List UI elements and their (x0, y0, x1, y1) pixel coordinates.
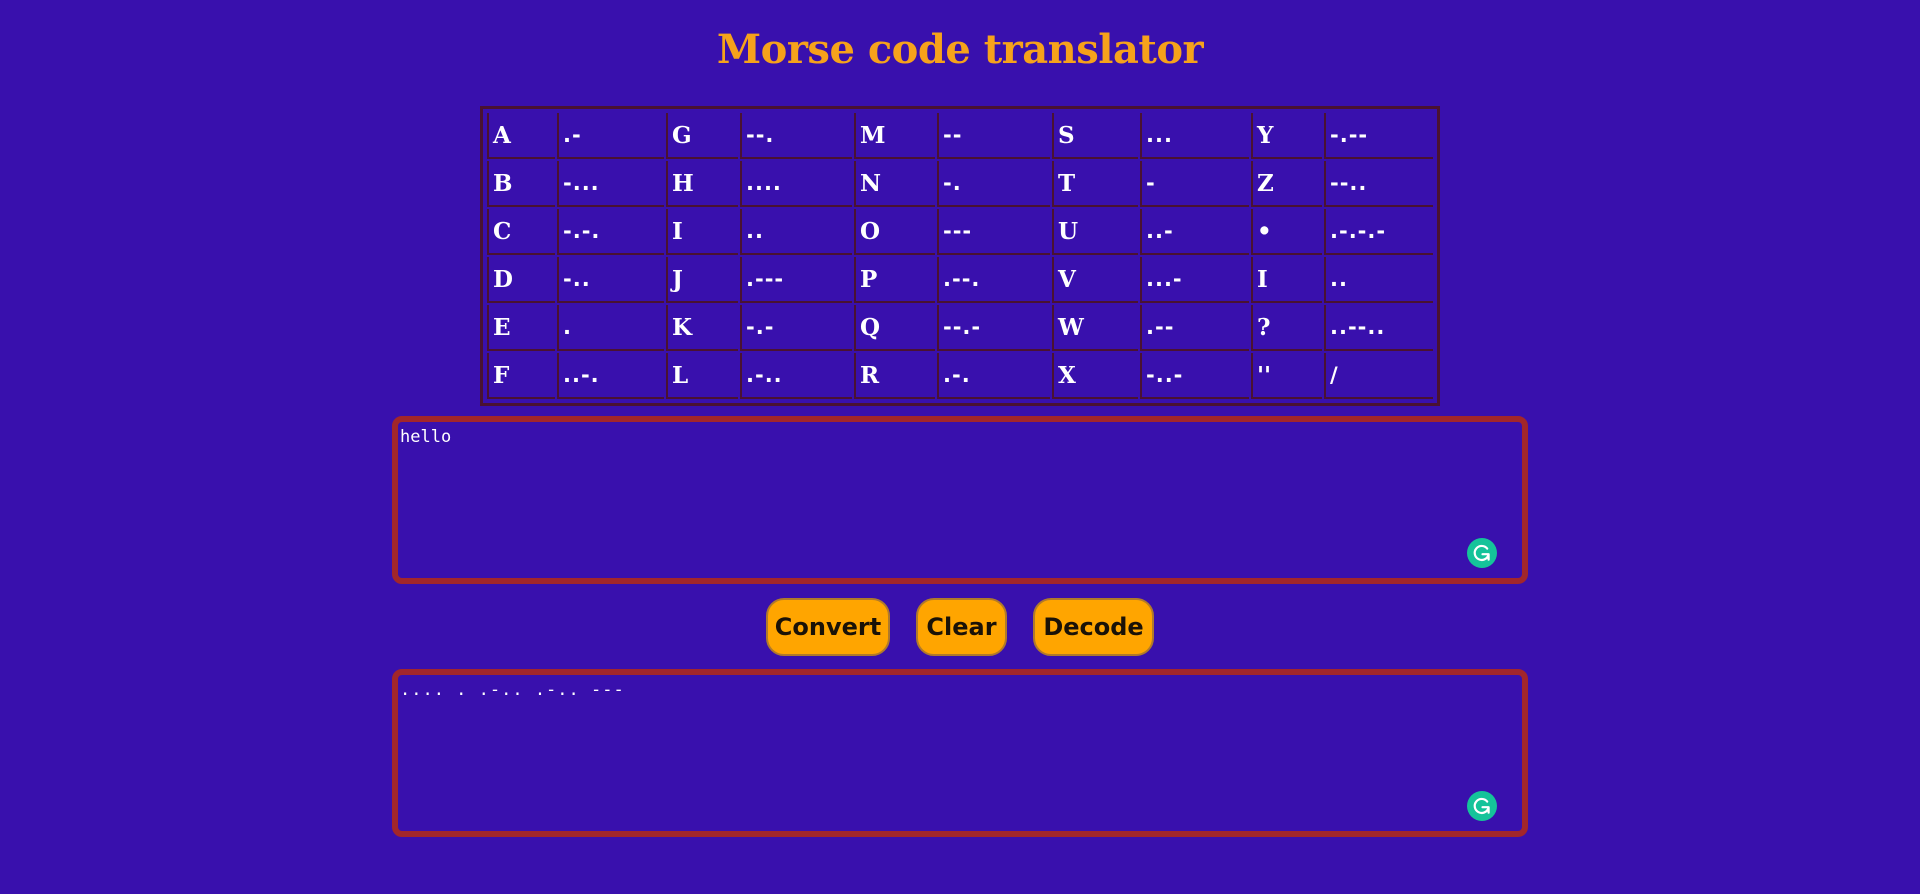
code-cell: .... (740, 161, 852, 207)
letter-cell: I (1251, 257, 1322, 303)
table-row: F ..-. L .-.. R .-. X -..- '' / (487, 353, 1433, 399)
letter-cell: B (487, 161, 555, 207)
letter-cell: V (1052, 257, 1138, 303)
letter-cell: J (666, 257, 738, 303)
letter-cell: X (1052, 353, 1138, 399)
letter-cell: K (666, 305, 738, 351)
code-cell: ..--.. (1324, 305, 1433, 351)
grammarly-g-icon[interactable] (1467, 538, 1497, 568)
letter-cell: A (487, 113, 555, 159)
code-cell: .-.-.- (1324, 209, 1433, 255)
letter-cell: S (1052, 113, 1138, 159)
letter-cell: L (666, 353, 738, 399)
code-cell: .- (557, 113, 664, 159)
code-cell: / (1324, 353, 1433, 399)
letter-cell: Q (854, 305, 935, 351)
morse-code-table: A .- G --. M -- S ... Y -.-- B -... H ..… (480, 106, 1440, 406)
code-cell: --. (740, 113, 852, 159)
letter-cell: Z (1251, 161, 1322, 207)
clear-button[interactable]: Clear (916, 598, 1007, 656)
table-row: D -.. J .--- P .--. V ...- I .. (487, 257, 1433, 303)
letter-cell: M (854, 113, 935, 159)
letter-cell: Y (1251, 113, 1322, 159)
code-cell: ..-. (557, 353, 664, 399)
code-cell: .--- (740, 257, 852, 303)
table-row: E . K -.- Q --.- W .-- ? ..--.. (487, 305, 1433, 351)
grammarly-g-icon[interactable] (1467, 791, 1497, 821)
letter-cell: E (487, 305, 555, 351)
code-cell: ...- (1140, 257, 1249, 303)
code-cell: -... (557, 161, 664, 207)
letter-cell: I (666, 209, 738, 255)
letter-cell: D (487, 257, 555, 303)
code-cell: ... (1140, 113, 1249, 159)
letter-cell: F (487, 353, 555, 399)
letter-cell: '' (1251, 353, 1322, 399)
letter-cell: U (1052, 209, 1138, 255)
letter-cell: G (666, 113, 738, 159)
code-cell: -- (937, 113, 1050, 159)
code-cell: -.- (740, 305, 852, 351)
table-row: C -.-. I .. O --- U ..- • .-.-.- (487, 209, 1433, 255)
code-cell: --- (937, 209, 1050, 255)
convert-button[interactable]: Convert (766, 598, 890, 656)
code-cell: ..- (1140, 209, 1249, 255)
morse-output[interactable]: .... . .-.. .-.. --- (392, 669, 1528, 837)
code-cell: .. (1324, 257, 1433, 303)
code-cell: .-. (937, 353, 1050, 399)
letter-cell: ? (1251, 305, 1322, 351)
code-cell: .-.. (740, 353, 852, 399)
letter-cell: O (854, 209, 935, 255)
text-input[interactable]: hello (392, 416, 1528, 584)
code-cell: -.. (557, 257, 664, 303)
code-cell: .--. (937, 257, 1050, 303)
table-row: B -... H .... N -. T - Z --.. (487, 161, 1433, 207)
code-cell: --.- (937, 305, 1050, 351)
letter-cell: N (854, 161, 935, 207)
letter-cell: • (1251, 209, 1322, 255)
decode-button[interactable]: Decode (1033, 598, 1154, 656)
letter-cell: H (666, 161, 738, 207)
letter-cell: R (854, 353, 935, 399)
code-cell: -.-. (557, 209, 664, 255)
code-cell: .. (740, 209, 852, 255)
letter-cell: C (487, 209, 555, 255)
code-cell: -.-- (1324, 113, 1433, 159)
letter-cell: P (854, 257, 935, 303)
letter-cell: W (1052, 305, 1138, 351)
code-cell: --.. (1324, 161, 1433, 207)
code-cell: - (1140, 161, 1249, 207)
table-row: A .- G --. M -- S ... Y -.-- (487, 113, 1433, 159)
letter-cell: T (1052, 161, 1138, 207)
page-title: Morse code translator (716, 26, 1204, 73)
code-cell: . (557, 305, 664, 351)
code-cell: -. (937, 161, 1050, 207)
code-cell: .-- (1140, 305, 1249, 351)
code-cell: -..- (1140, 353, 1249, 399)
